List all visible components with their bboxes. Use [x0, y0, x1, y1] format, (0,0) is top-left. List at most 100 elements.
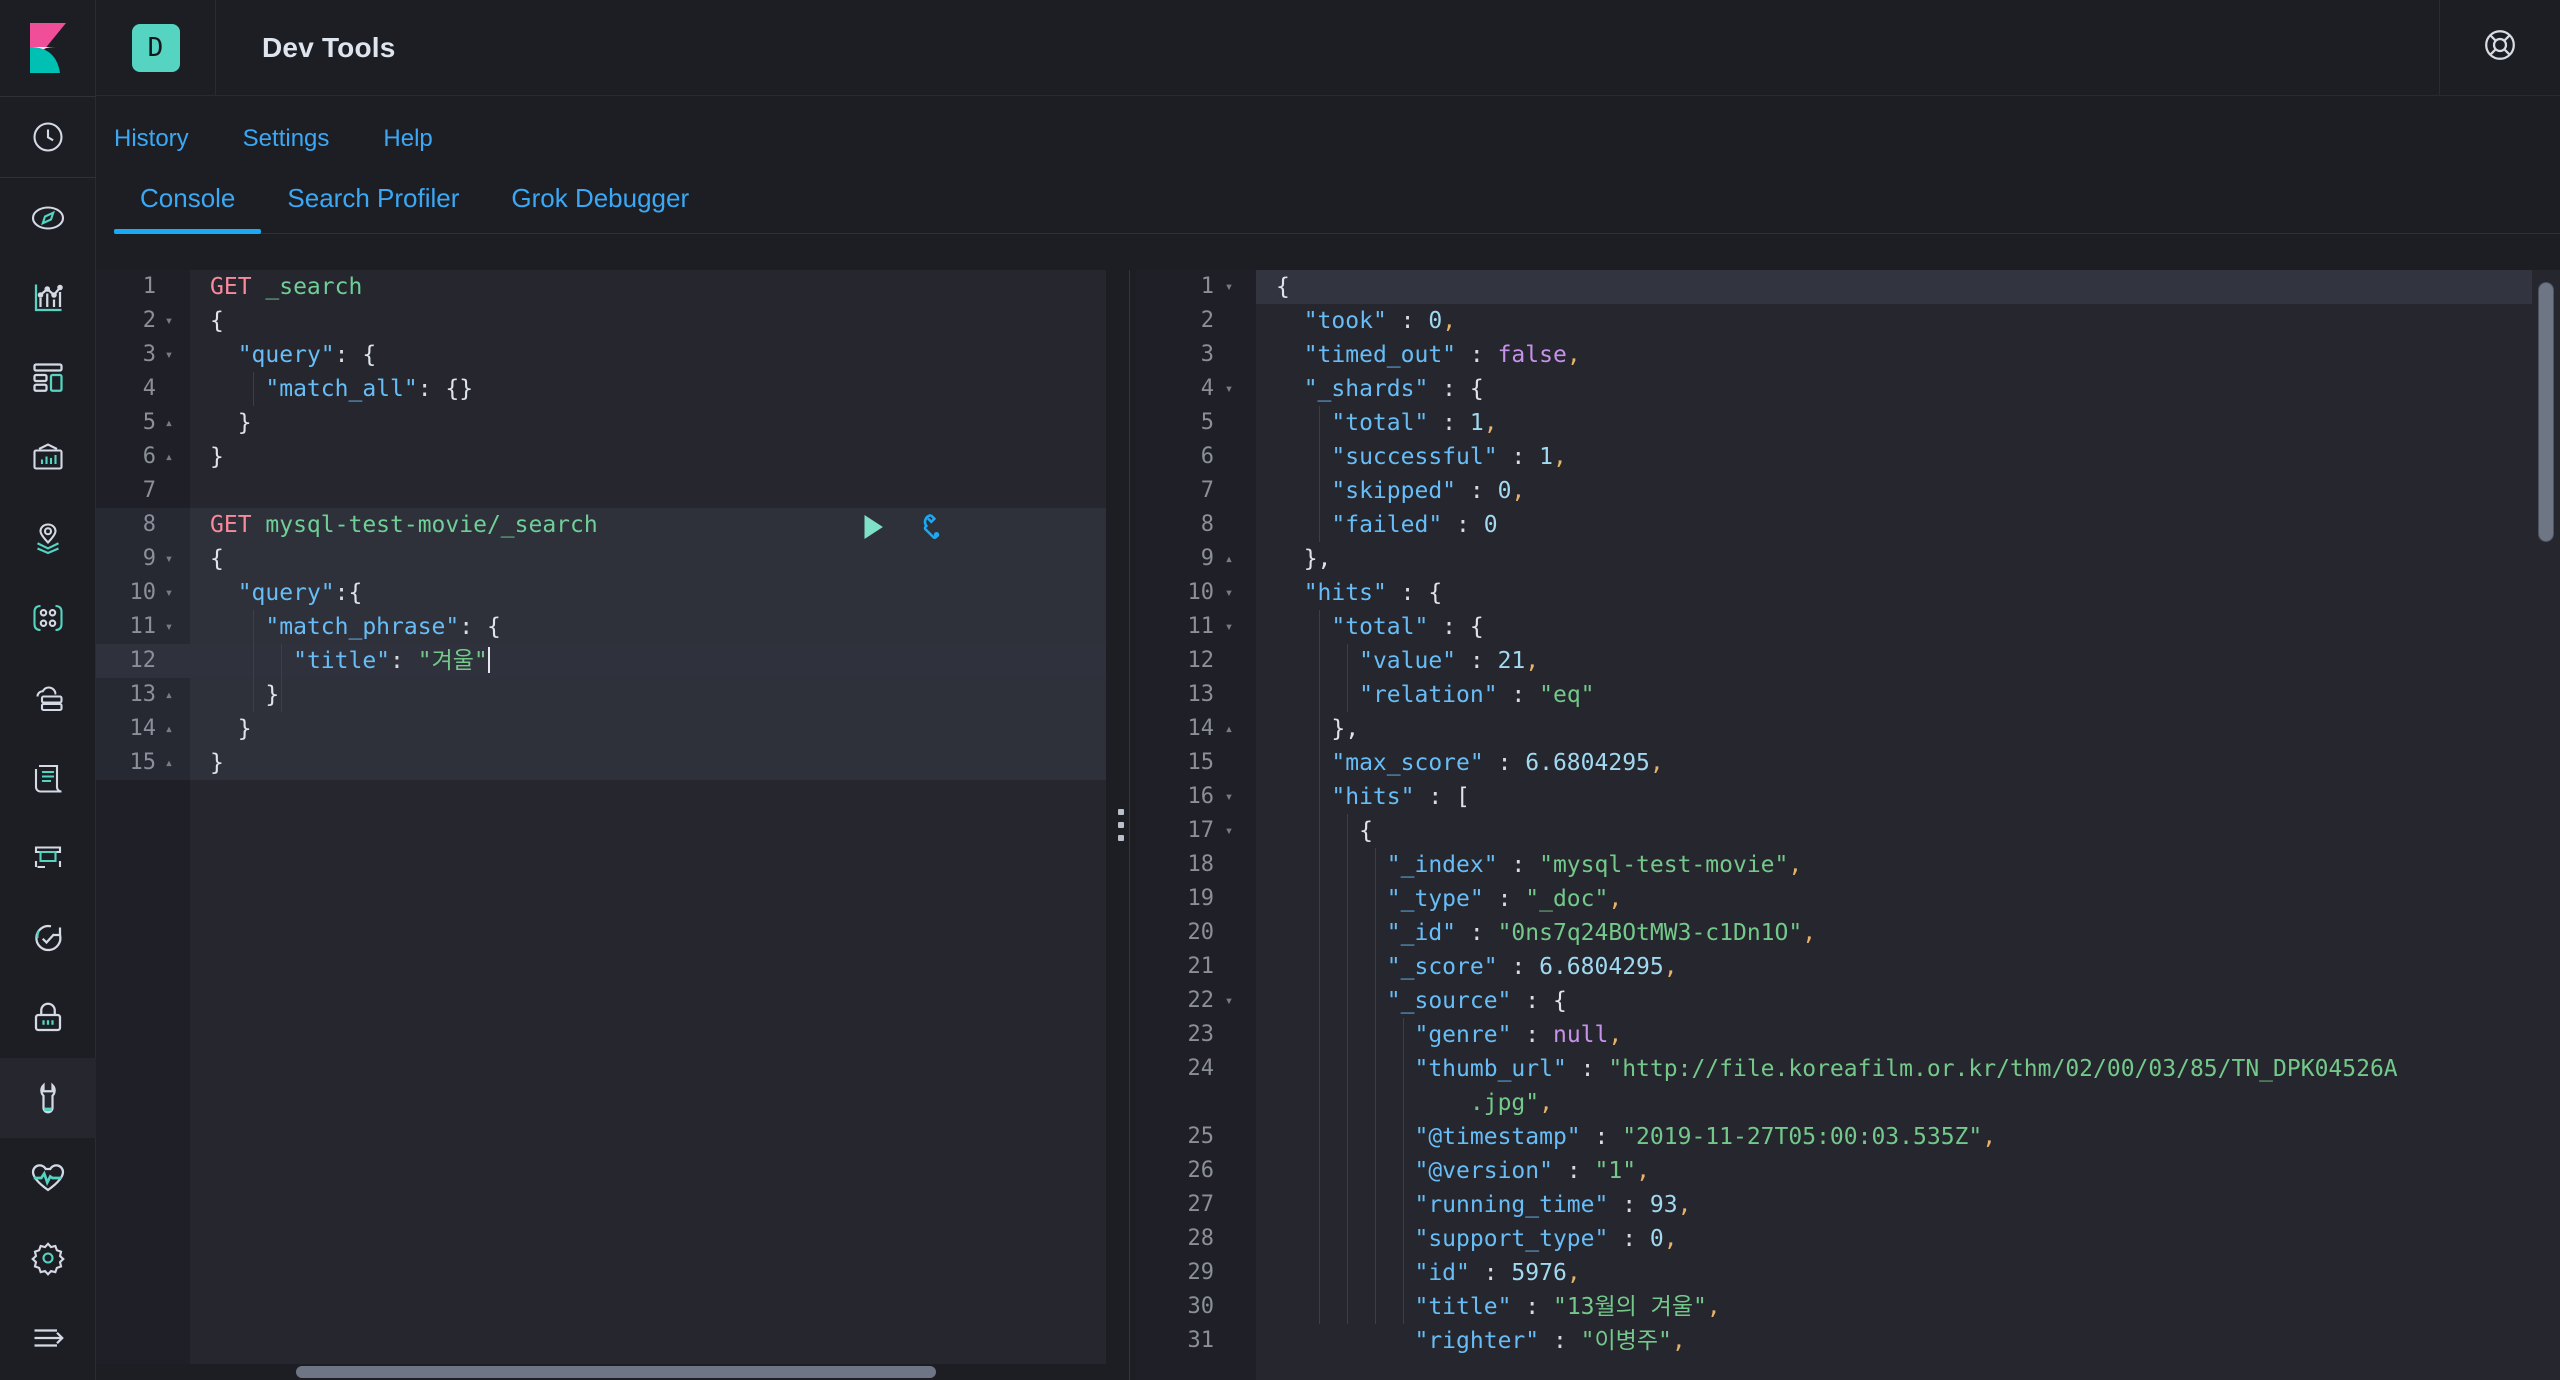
- siem-lock-icon: [30, 1000, 66, 1036]
- code-line: 14 ▴ },: [1136, 712, 2560, 746]
- sidebar-item-canvas[interactable]: [0, 418, 96, 498]
- code-text: "query": {: [237, 342, 377, 368]
- request-actions: [856, 510, 952, 554]
- code-line: 13 "relation" : "eq": [1136, 678, 2560, 712]
- sidebar-item-uptime[interactable]: [0, 898, 96, 978]
- global-nav-sidebar: [0, 0, 96, 1380]
- fold-toggle-icon[interactable]: ▾: [1220, 814, 1238, 848]
- topnav-link-settings[interactable]: Settings: [243, 125, 330, 153]
- code-line: 12 "title": "겨울": [96, 644, 1106, 678]
- fold-toggle-icon[interactable]: ▾: [1220, 780, 1238, 814]
- sidebar-item-logs[interactable]: [0, 738, 96, 818]
- line-number: 16: [1187, 784, 1215, 809]
- code-text: }: [210, 444, 224, 470]
- request-editor[interactable]: 1 GET _search 2 ▾{3 ▾ "query": {4 "match_all…: [96, 270, 1106, 1380]
- play-triangle-icon[interactable]: [856, 510, 890, 554]
- code-line: 2 ▾ {: [96, 304, 1106, 338]
- code-line: 7: [96, 474, 1106, 508]
- sidebar-item-machine-learning[interactable]: [0, 578, 96, 658]
- line-number: 7: [1200, 478, 1214, 503]
- topnav-link-history[interactable]: History: [114, 125, 189, 153]
- line-number: 17: [1187, 818, 1215, 843]
- code-text: "running_time" : 93,: [1414, 1192, 1692, 1218]
- line-number: 21: [1187, 954, 1215, 979]
- sidebar-item-dev-tools[interactable]: [0, 1058, 96, 1138]
- help-button[interactable]: [2440, 0, 2560, 96]
- apm-monitor-icon: [30, 840, 66, 876]
- code-text: "title": "겨울": [293, 647, 490, 674]
- sidebar-item-management[interactable]: [0, 1218, 96, 1298]
- fold-toggle-icon[interactable]: ▴: [160, 440, 178, 474]
- code-text: }: [210, 750, 224, 776]
- code-text: }: [265, 682, 280, 708]
- code-text: "value" : 21,: [1359, 648, 1540, 674]
- fold-toggle-icon[interactable]: ▾: [1220, 610, 1238, 644]
- topnav-link-help[interactable]: Help: [383, 125, 432, 153]
- response-pane[interactable]: 1 ▾{2 "took" : 0, 3 "timed_out" : false, 4 ▾…: [1136, 270, 2560, 1380]
- fold-toggle-icon[interactable]: ▾: [160, 338, 178, 372]
- sidebar-item-monitoring[interactable]: [0, 1138, 96, 1218]
- sidebar-item-maps[interactable]: [0, 498, 96, 578]
- request-hscrollbar[interactable]: [226, 1364, 1106, 1380]
- line-number: 31: [1187, 1328, 1215, 1353]
- code-text: }: [237, 410, 252, 436]
- fold-toggle-icon[interactable]: ▴: [1220, 712, 1238, 746]
- code-text: "@version" : "1",: [1414, 1158, 1650, 1184]
- line-number: 18: [1187, 852, 1215, 877]
- request-editor-pane[interactable]: 1 GET _search 2 ▾{3 ▾ "query": {4 "match_all…: [96, 270, 1106, 1380]
- kibana-logo-icon[interactable]: [0, 0, 96, 96]
- response-editor[interactable]: 1 ▾{2 "took" : 0, 3 "timed_out" : false, 4 ▾…: [1136, 270, 2560, 1380]
- line-number: 3: [142, 342, 156, 367]
- fold-toggle-icon[interactable]: ▾: [160, 576, 178, 610]
- code-text: {: [1359, 818, 1373, 844]
- sidebar-item-visualize[interactable]: [0, 258, 96, 338]
- sidebar-item-infrastructure[interactable]: [0, 658, 96, 738]
- fold-toggle-icon[interactable]: ▴: [160, 746, 178, 780]
- sidebar-item-discover[interactable]: [0, 178, 96, 258]
- line-number: 23: [1187, 1022, 1215, 1047]
- tab-search-profiler[interactable]: Search Profiler: [261, 183, 485, 234]
- code-text: "thumb_url" : "http://file.koreafilm.or.…: [1414, 1056, 2398, 1082]
- response-vscrollbar[interactable]: [2538, 278, 2554, 1372]
- sidebar-item-collapse[interactable]: [0, 1298, 96, 1378]
- pane-splitter[interactable]: [1106, 270, 1136, 1380]
- code-text: "id" : 5976,: [1414, 1260, 1581, 1286]
- code-line: 10 ▾ "hits" : {: [1136, 576, 2560, 610]
- code-line: 2 "took" : 0,: [1136, 304, 2560, 338]
- sidebar-item-siem[interactable]: [0, 978, 96, 1058]
- sidebar-item-dashboard[interactable]: [0, 338, 96, 418]
- wrench-tools-icon[interactable]: [920, 511, 952, 553]
- line-number: 29: [1187, 1260, 1215, 1285]
- fold-toggle-icon[interactable]: ▾: [1220, 270, 1238, 304]
- fold-toggle-icon[interactable]: ▾: [160, 610, 178, 644]
- drag-handle-dots-icon[interactable]: [1118, 809, 1124, 841]
- fold-toggle-icon[interactable]: ▾: [160, 542, 178, 576]
- fold-toggle-icon[interactable]: ▾: [160, 304, 178, 338]
- code-line: 26 "@version" : "1",: [1136, 1154, 2560, 1188]
- fold-toggle-icon[interactable]: ▴: [160, 678, 178, 712]
- sidebar-item-apm[interactable]: [0, 818, 96, 898]
- fold-toggle-icon[interactable]: ▴: [160, 406, 178, 440]
- line-number: 27: [1187, 1192, 1215, 1217]
- sidebar-item-recently-viewed[interactable]: [0, 97, 96, 177]
- fold-toggle-icon[interactable]: ▾: [1220, 984, 1238, 1018]
- code-text: "support_type" : 0,: [1414, 1226, 1678, 1252]
- code-text: "skipped" : 0,: [1331, 478, 1526, 504]
- code-line: 16 ▾ "hits" : [: [1136, 780, 2560, 814]
- line-number: 5: [1200, 410, 1214, 435]
- dev-tools-wrench-icon: [30, 1080, 66, 1116]
- fold-toggle-icon[interactable]: ▴: [1220, 542, 1238, 576]
- code-text: },: [1331, 716, 1360, 742]
- code-line: 12 "value" : 21,: [1136, 644, 2560, 678]
- fold-toggle-icon[interactable]: ▾: [1220, 576, 1238, 610]
- fold-toggle-icon[interactable]: ▴: [160, 712, 178, 746]
- tab-console[interactable]: Console: [114, 183, 262, 234]
- code-text: "_score" : 6.6804295,: [1386, 954, 1678, 980]
- fold-toggle-icon[interactable]: ▾: [1220, 372, 1238, 406]
- code-text: "_index" : "mysql-test-movie",: [1386, 852, 1803, 878]
- line-number: 15: [129, 750, 157, 775]
- tab-grok-debugger[interactable]: Grok Debugger: [485, 183, 715, 234]
- code-line: .jpg",: [1136, 1086, 2560, 1120]
- code-text: "genre" : null,: [1414, 1022, 1623, 1048]
- infrastructure-cloud-server-icon: [30, 680, 66, 716]
